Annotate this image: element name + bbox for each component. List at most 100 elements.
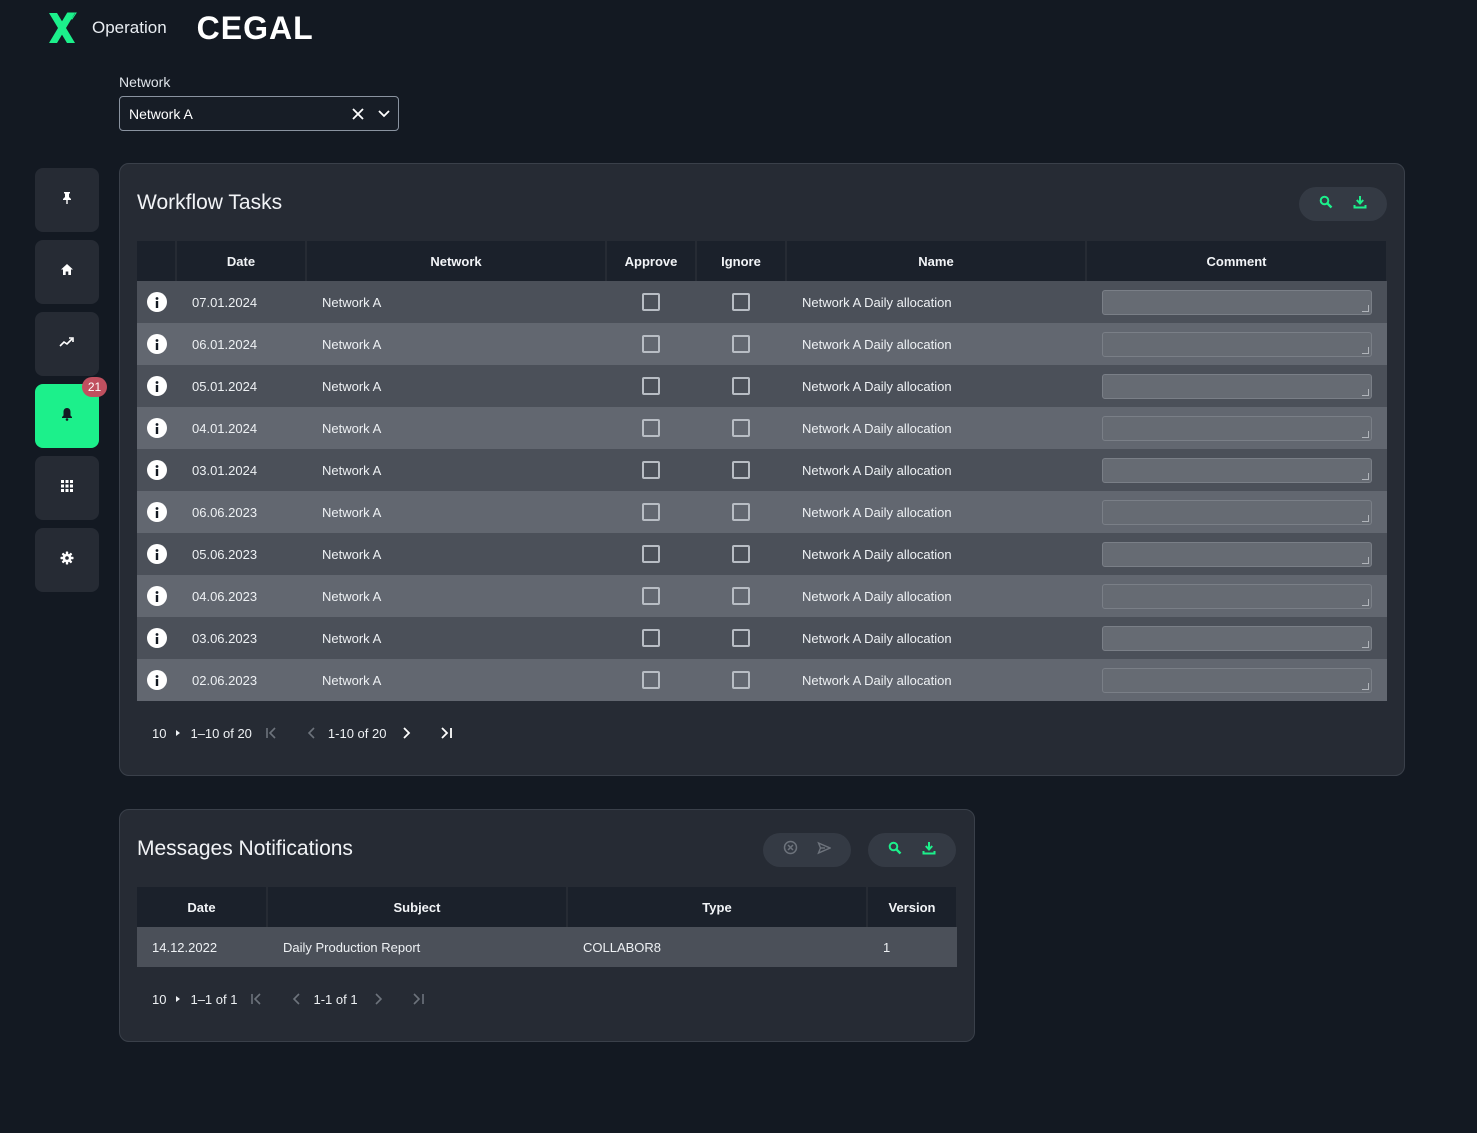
next-page-icon[interactable] [366, 987, 390, 1011]
sidebar-item-settings[interactable] [35, 528, 99, 592]
comment-textarea[interactable] [1102, 373, 1372, 399]
ignore-checkbox[interactable] [732, 629, 750, 647]
approve-checkbox[interactable] [642, 587, 660, 605]
first-page-icon[interactable] [245, 987, 269, 1011]
column-header-name[interactable]: Name [786, 241, 1087, 281]
cell-network: Network A [306, 449, 606, 491]
cell-network: Network A [306, 365, 606, 407]
notification-badge: 21 [82, 377, 107, 397]
workflow-toolbar [1299, 187, 1387, 221]
next-page-icon[interactable] [394, 721, 418, 745]
download-icon [1353, 195, 1367, 214]
column-header-network[interactable]: Network [306, 241, 607, 281]
comment-textarea[interactable] [1102, 415, 1372, 441]
table-row: 06.06.2023 Network A Network A Daily all… [137, 491, 1387, 533]
table-row[interactable]: 14.12.2022 Daily Production Report COLLA… [137, 927, 957, 967]
ignore-checkbox[interactable] [732, 419, 750, 437]
caret-right-icon[interactable] [170, 987, 186, 1011]
info-icon[interactable] [146, 586, 167, 606]
page-size-select[interactable]: 10 [152, 726, 166, 741]
download-button[interactable] [916, 837, 942, 863]
workflow-tasks-table: Date Network Approve Ignore Name Comment… [137, 241, 1388, 701]
ignore-checkbox[interactable] [732, 293, 750, 311]
column-header-approve[interactable]: Approve [606, 241, 697, 281]
comment-textarea[interactable] [1102, 541, 1372, 567]
info-icon[interactable] [146, 376, 167, 396]
column-header-type[interactable]: Type [567, 887, 868, 927]
info-icon[interactable] [146, 418, 167, 438]
comment-textarea[interactable] [1102, 289, 1372, 315]
info-icon[interactable] [146, 502, 167, 522]
approve-checkbox[interactable] [642, 293, 660, 311]
info-icon[interactable] [146, 460, 167, 480]
search-icon [1319, 195, 1333, 214]
column-header-version[interactable]: Version [867, 887, 958, 927]
network-select[interactable]: Network A [119, 96, 399, 131]
sidebar-item-pin[interactable] [35, 168, 99, 232]
caret-right-icon[interactable] [170, 721, 186, 745]
ignore-checkbox[interactable] [732, 335, 750, 353]
ignore-checkbox[interactable] [732, 503, 750, 521]
search-button[interactable] [1313, 191, 1339, 217]
ignore-checkbox[interactable] [732, 461, 750, 479]
cell-name: Network A Daily allocation [786, 407, 1086, 449]
chevron-down-icon[interactable] [372, 102, 396, 126]
bell-icon [61, 407, 73, 426]
sidebar-item-notifications[interactable]: 21 [35, 377, 107, 448]
approve-checkbox[interactable] [642, 461, 660, 479]
cancel-circle-icon [783, 840, 798, 860]
info-icon[interactable] [146, 628, 167, 648]
approve-checkbox[interactable] [642, 419, 660, 437]
comment-textarea[interactable] [1102, 583, 1372, 609]
info-icon[interactable] [146, 334, 167, 354]
cell-name: Network A Daily allocation [786, 617, 1086, 659]
cancel-button[interactable] [777, 837, 803, 863]
ignore-checkbox[interactable] [732, 377, 750, 395]
comment-textarea[interactable] [1102, 667, 1372, 693]
column-header-subject[interactable]: Subject [267, 887, 568, 927]
approve-checkbox[interactable] [642, 671, 660, 689]
approve-checkbox[interactable] [642, 545, 660, 563]
send-button[interactable] [811, 837, 837, 863]
last-page-icon[interactable] [406, 987, 430, 1011]
trending-icon [59, 335, 75, 353]
first-page-icon[interactable] [260, 721, 284, 745]
approve-checkbox[interactable] [642, 629, 660, 647]
messages-table: Date Subject Type Version 14.12.2022 Dai… [137, 887, 958, 967]
comment-textarea[interactable] [1102, 457, 1372, 483]
table-header-row: Date Network Approve Ignore Name Comment [137, 241, 1388, 281]
column-header-date[interactable]: Date [137, 887, 268, 927]
workflow-tasks-title: Workflow Tasks [137, 191, 283, 214]
last-page-icon[interactable] [434, 721, 458, 745]
sidebar-item-apps[interactable] [35, 456, 99, 520]
download-button[interactable] [1347, 191, 1373, 217]
column-header-info [137, 241, 177, 281]
info-icon[interactable] [146, 292, 167, 312]
approve-checkbox[interactable] [642, 377, 660, 395]
clear-icon[interactable] [346, 102, 370, 126]
info-icon[interactable] [146, 544, 167, 564]
cell-network: Network A [306, 407, 606, 449]
search-button[interactable] [882, 837, 908, 863]
column-header-date[interactable]: Date [176, 241, 307, 281]
approve-checkbox[interactable] [642, 503, 660, 521]
approve-checkbox[interactable] [642, 335, 660, 353]
sidebar-item-home[interactable] [35, 240, 99, 304]
ignore-checkbox[interactable] [732, 587, 750, 605]
column-header-ignore[interactable]: Ignore [696, 241, 787, 281]
prev-page-icon[interactable] [300, 721, 324, 745]
column-header-comment[interactable]: Comment [1086, 241, 1388, 281]
comment-textarea[interactable] [1102, 499, 1372, 525]
comment-textarea[interactable] [1102, 331, 1372, 357]
sidebar-item-trends[interactable] [35, 312, 99, 376]
table-row: 06.01.2024 Network A Network A Daily all… [137, 323, 1387, 365]
info-icon[interactable] [146, 670, 167, 690]
comment-textarea[interactable] [1102, 625, 1372, 651]
app-header: Operation CEGAL [44, 8, 314, 48]
page-size-select[interactable]: 10 [152, 992, 166, 1007]
ignore-checkbox[interactable] [732, 671, 750, 689]
prev-page-icon[interactable] [285, 987, 309, 1011]
cell-date: 05.06.2023 [176, 533, 306, 575]
ignore-checkbox[interactable] [732, 545, 750, 563]
page-range: 1–1 of 1 [190, 991, 238, 1007]
